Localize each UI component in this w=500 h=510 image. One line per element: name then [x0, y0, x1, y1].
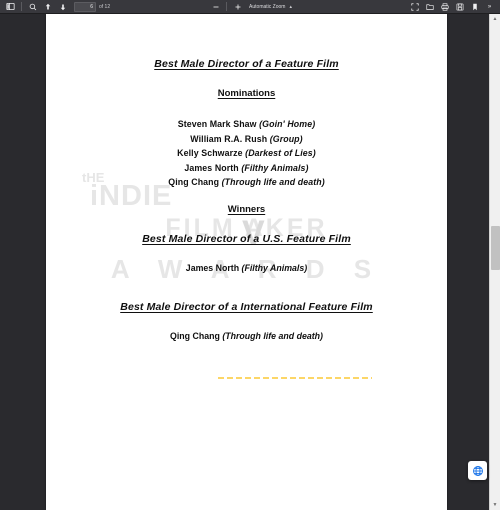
zoom-in-icon[interactable]	[231, 1, 244, 13]
previous-page-icon[interactable]	[41, 1, 54, 13]
winner-name: Qing Chang	[170, 330, 220, 341]
nominee-film: (Through life and death)	[221, 177, 325, 188]
winners-heading: Winners	[227, 203, 266, 215]
next-page-icon[interactable]	[56, 1, 69, 13]
pdf-toolbar: of 12 Automatic Zoom ▴	[0, 0, 500, 14]
nominee-name: James North	[184, 162, 239, 173]
vertical-scrollbar[interactable]: ▲ ▼	[489, 14, 500, 510]
list-item: Qing Chang (Through life and death)	[46, 175, 447, 190]
list-item: James North (Filthy Animals)	[46, 161, 447, 176]
winner-international: Qing Chang (Through life and death)	[46, 331, 447, 341]
zoom-level-select[interactable]: Automatic Zoom	[249, 4, 285, 10]
nominee-list: Steven Mark Shaw (Goin' Home) William R.…	[46, 117, 447, 190]
category-title-feature-film: Best Male Director of a Feature Film	[154, 58, 339, 70]
open-file-icon[interactable]	[423, 1, 436, 13]
page-number-input[interactable]	[74, 1, 96, 12]
category-title-us-feature-film: Best Male Director of a U.S. Feature Fil…	[142, 232, 351, 245]
nominee-name: Steven Mark Shaw	[177, 119, 257, 129]
sidebar-toggle-icon[interactable]	[4, 1, 17, 13]
winner-film: (Through life and death)	[222, 330, 323, 341]
nominee-film: (Filthy Animals)	[241, 162, 309, 173]
nominee-name: Qing Chang	[168, 177, 220, 188]
scroll-up-arrow[interactable]: ▲	[490, 14, 500, 24]
category-title-international-feature-film: Best Male Director of a International Fe…	[120, 300, 373, 313]
toolbar-divider-2	[226, 2, 228, 11]
nominee-film: (Group)	[269, 133, 303, 144]
pdf-viewer-app: of 12 Automatic Zoom ▴	[0, 0, 500, 510]
winner-film: (Filthy Animals)	[241, 262, 308, 273]
zoom-out-icon[interactable]	[209, 1, 222, 13]
nominee-name: William R.A. Rush	[190, 133, 268, 144]
list-item: William R.A. Rush (Group)	[46, 132, 447, 147]
toolbar-divider-1	[21, 2, 22, 11]
chevron-up-icon[interactable]: ▴	[289, 4, 292, 10]
toolbar-left-group: of 12	[0, 1, 110, 13]
nominations-heading: Nominations	[217, 88, 276, 99]
nominee-film: (Goin' Home)	[259, 119, 316, 129]
dashed-divider	[218, 377, 372, 379]
scroll-down-arrow[interactable]: ▼	[490, 500, 500, 510]
list-item: Kelly Schwarze (Darkest of Lies)	[46, 146, 447, 161]
nominee-film: (Darkest of Lies)	[245, 148, 316, 159]
presentation-mode-icon[interactable]	[408, 1, 421, 13]
nominee-name: Kelly Schwarze	[177, 148, 243, 159]
scrollbar-thumb[interactable]	[491, 226, 500, 270]
page-count-label: of 12	[99, 3, 111, 10]
winner-name: James North	[185, 262, 240, 273]
page-text-layer: Best Male Director of a Feature Film Nom…	[46, 14, 447, 341]
more-tools-icon[interactable]: »	[483, 1, 496, 13]
pdf-page: tHE iNDIE FILM AKER V A W A R D S Best M…	[46, 14, 447, 510]
bookmark-icon[interactable]	[468, 1, 481, 13]
globe-icon	[472, 465, 483, 476]
pdf-viewer-container[interactable]: tHE iNDIE FILM AKER V A W A R D S Best M…	[0, 14, 500, 510]
globe-translate-button[interactable]	[468, 461, 487, 480]
print-icon[interactable]	[438, 1, 451, 13]
toolbar-right-group: »	[407, 1, 497, 13]
list-item: Steven Mark Shaw (Goin' Home)	[46, 117, 447, 132]
winner-us: James North (Filthy Animals)	[46, 263, 447, 273]
search-icon[interactable]	[26, 1, 39, 13]
save-icon[interactable]	[453, 1, 466, 13]
